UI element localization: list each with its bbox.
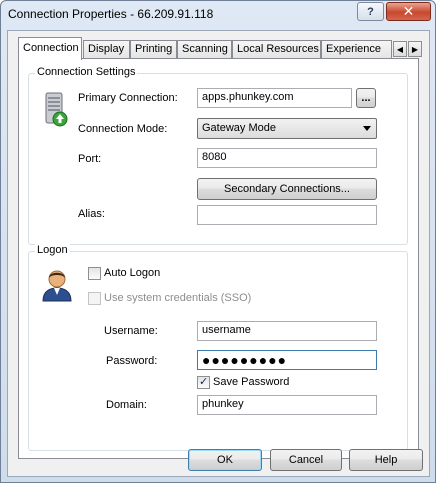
tab-experience[interactable]: Experience: [321, 40, 392, 60]
secondary-connections-button[interactable]: Secondary Connections...: [197, 178, 377, 200]
window-title: Connection Properties - 66.209.91.118: [8, 7, 214, 21]
logon-title: Logon: [35, 244, 70, 256]
tab-connection[interactable]: Connection: [18, 37, 82, 60]
tab-local-resources[interactable]: Local Resources: [232, 40, 321, 60]
auto-logon-label[interactable]: Auto Logon: [104, 267, 160, 279]
tab-strip: Connection Display Printing Scanning Loc…: [18, 37, 428, 60]
tab-scanning[interactable]: Scanning: [177, 40, 232, 60]
primary-connection-label: Primary Connection:: [78, 92, 178, 104]
port-label: Port:: [78, 153, 102, 165]
dialog-client-area: Connection Display Printing Scanning Loc…: [7, 30, 430, 477]
sso-label[interactable]: Use system credentials (SSO): [104, 292, 251, 304]
chevron-left-icon: ◀: [396, 44, 404, 54]
domain-label: Domain:: [106, 399, 147, 411]
save-password-label[interactable]: Save Password: [213, 376, 289, 388]
tab-scroll-left-button[interactable]: ◀: [393, 41, 407, 57]
title-help-button[interactable]: ?: [357, 2, 384, 21]
close-icon: ✕: [402, 3, 415, 19]
browse-button[interactable]: ...: [356, 88, 376, 108]
alias-label: Alias:: [78, 208, 105, 220]
password-label: Password:: [106, 355, 158, 367]
cancel-button[interactable]: Cancel: [270, 449, 342, 471]
auto-logon-checkbox[interactable]: [88, 267, 101, 280]
help-button[interactable]: Help: [349, 449, 423, 471]
title-close-button[interactable]: ✕: [386, 2, 431, 21]
connection-mode-label: Connection Mode:: [78, 123, 168, 135]
save-password-checkbox[interactable]: ✓: [197, 376, 210, 389]
username-label: Username:: [104, 325, 158, 337]
ok-button[interactable]: OK: [188, 449, 262, 471]
logon-group: Logon Auto Logon Use system credentials …: [28, 244, 408, 451]
connection-mode-dropdown[interactable]: Gateway Mode: [197, 118, 377, 139]
connection-mode-value: Gateway Mode: [202, 122, 276, 134]
connection-settings-group: Connection Settings Primary Connection: …: [28, 66, 408, 245]
tab-scroll-right-button[interactable]: ▶: [408, 41, 422, 57]
username-input[interactable]: username: [197, 321, 377, 341]
tab-display[interactable]: Display: [83, 40, 130, 60]
password-input[interactable]: ●●●●●●●●●: [197, 350, 377, 370]
chevron-down-icon: [363, 126, 371, 131]
checkmark-icon: ✓: [199, 376, 209, 388]
user-icon: [42, 270, 72, 302]
server-icon: [45, 92, 68, 127]
tab-printing[interactable]: Printing: [130, 40, 177, 60]
port-input[interactable]: 8080: [197, 148, 377, 168]
connection-properties-window: Connection Properties - 66.209.91.118 ? …: [0, 0, 436, 483]
alias-input[interactable]: [197, 205, 377, 225]
connection-settings-title: Connection Settings: [35, 66, 138, 78]
title-bar[interactable]: Connection Properties - 66.209.91.118 ? …: [1, 1, 435, 29]
primary-connection-input[interactable]: apps.phunkey.com: [197, 88, 352, 108]
sso-checkbox[interactable]: [88, 292, 101, 305]
connection-tab-panel: Connection Settings Primary Connection: …: [18, 58, 419, 459]
domain-input[interactable]: phunkey: [197, 395, 377, 415]
chevron-right-icon: ▶: [411, 44, 419, 54]
help-icon: ?: [367, 5, 374, 18]
